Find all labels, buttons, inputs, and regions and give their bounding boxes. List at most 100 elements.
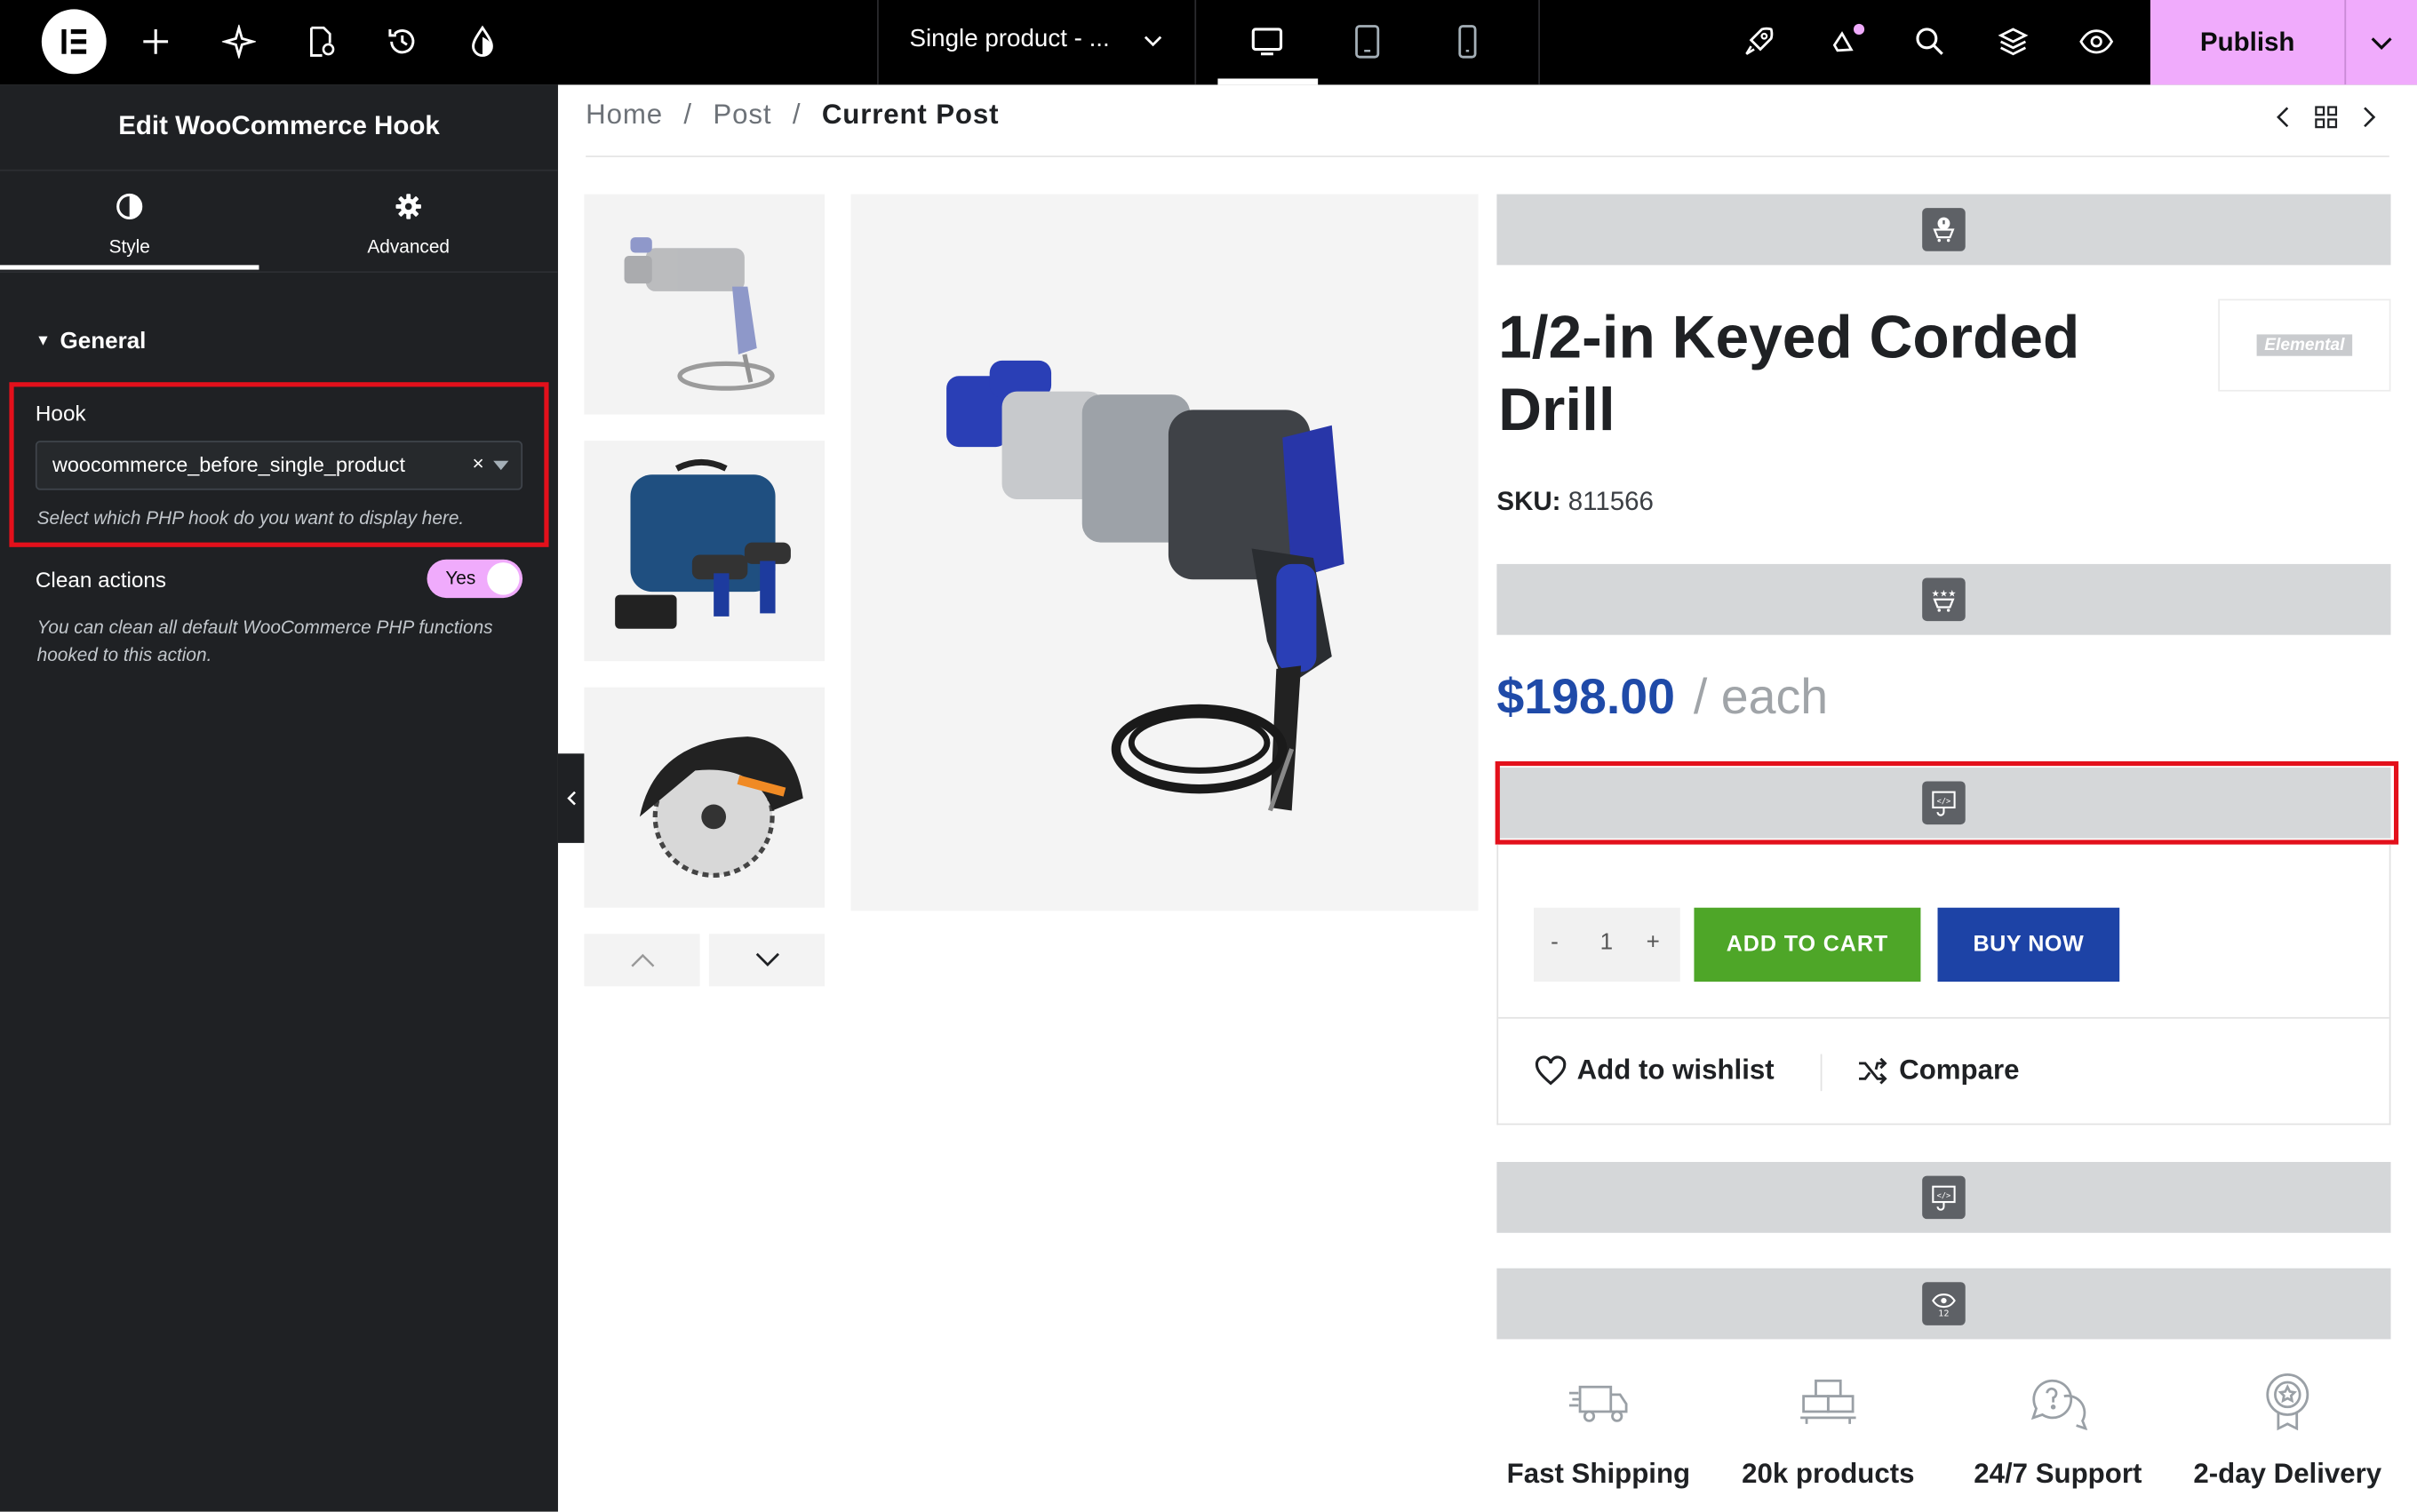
- publish-options-button[interactable]: [2344, 0, 2417, 85]
- contrast-icon: [116, 193, 143, 220]
- hook-select[interactable]: woocommerce_before_single_product ×: [35, 441, 523, 490]
- product-title: 1/2-in Keyed Corded Drill: [1498, 305, 2080, 444]
- clean-actions-label: Clean actions: [35, 567, 167, 593]
- history-icon[interactable]: [382, 21, 422, 61]
- page-settings-icon[interactable]: [300, 21, 340, 61]
- tab-style[interactable]: Style: [0, 171, 259, 273]
- hook-placeholder[interactable]: [1496, 194, 2391, 266]
- code-hook-icon: </>: [1922, 1175, 1966, 1220]
- hook-placeholder[interactable]: </>: [1496, 1161, 2391, 1233]
- active-tab-indicator: [0, 265, 259, 270]
- views-placeholder[interactable]: 12: [1496, 1268, 2391, 1340]
- tab-style-label: Style: [108, 235, 150, 258]
- quantity-plus[interactable]: +: [1647, 929, 1660, 955]
- clear-icon[interactable]: ×: [473, 451, 484, 474]
- drill-thumbnail[interactable]: [584, 194, 826, 415]
- publish-button[interactable]: Publish: [2150, 0, 2345, 85]
- chevron-left-icon: [566, 791, 576, 806]
- divider: [586, 155, 2389, 157]
- tablet-icon[interactable]: [1347, 21, 1387, 61]
- document-selector-label: Single product - ...: [909, 26, 1110, 52]
- add-to-cart-button[interactable]: ADD TO CART: [1694, 907, 1921, 983]
- mobile-icon[interactable]: [1448, 21, 1488, 61]
- announcements-icon[interactable]: [1827, 21, 1867, 61]
- search-icon[interactable]: [1910, 21, 1950, 61]
- sku-label: SKU:: [1496, 487, 1561, 517]
- divider: [1820, 1054, 1823, 1092]
- product-main-image[interactable]: [850, 194, 1479, 911]
- collapse-panel-button[interactable]: [557, 753, 585, 843]
- brand-logo[interactable]: Elemental: [2218, 298, 2391, 392]
- selected-widget-highlight: [1495, 760, 2399, 845]
- badge-icon: [2172, 1372, 2403, 1433]
- breadcrumb-separator: /: [683, 99, 692, 130]
- sku-value: 811566: [1567, 487, 1654, 517]
- gallery-next-button[interactable]: [708, 934, 826, 987]
- price-value: $198.00: [1496, 668, 1676, 725]
- wishlist-label: Add to wishlist: [1576, 1054, 1775, 1086]
- rocket-icon[interactable]: [1739, 21, 1779, 61]
- toggle-knob: [487, 562, 520, 595]
- chevron-down-icon[interactable]: [1133, 21, 1173, 61]
- gallery-prev-button[interactable]: [584, 934, 700, 987]
- document-selector[interactable]: Single product - ...: [909, 26, 1109, 53]
- feature-label: 24/7 Support: [1974, 1458, 2142, 1489]
- buy-now-button[interactable]: BUY NOW: [1937, 907, 2120, 983]
- tab-advanced[interactable]: Advanced: [279, 171, 538, 273]
- publish-label: Publish: [2199, 27, 2295, 57]
- breadcrumb-post[interactable]: Post: [713, 99, 771, 130]
- theme-drop-icon[interactable]: [462, 21, 502, 61]
- active-device-indicator: [1217, 78, 1319, 85]
- panel-tabs: Style Advanced: [0, 169, 558, 274]
- chevron-down-icon: [754, 952, 779, 967]
- elementor-logo-icon[interactable]: [41, 9, 107, 75]
- boxes-icon: [1712, 1372, 1943, 1433]
- product-sku: SKU: 811566: [1496, 487, 1654, 518]
- breadcrumb-home[interactable]: Home: [586, 99, 663, 130]
- feature-products: 20k products: [1712, 1372, 1943, 1491]
- gear-icon: [395, 193, 422, 220]
- cordless-drill-kit-thumbnail[interactable]: [584, 441, 826, 662]
- brand-logo-text: Elemental: [2256, 334, 2353, 356]
- breadcrumb-separator: /: [792, 99, 802, 130]
- plus-icon[interactable]: [136, 21, 176, 61]
- product-price: $198.00 / each: [1496, 669, 1828, 726]
- quantity-stepper[interactable]: - 1 +: [1534, 907, 1680, 983]
- add-to-wishlist-link[interactable]: Add to wishlist: [1534, 1054, 1775, 1086]
- feature-label: 20k products: [1742, 1458, 1915, 1489]
- rating-placeholder[interactable]: ★★★: [1496, 563, 2391, 635]
- divider: [1498, 1016, 2389, 1019]
- quantity-value[interactable]: 1: [1600, 929, 1613, 955]
- cart-alert-icon: [1922, 208, 1966, 251]
- breadcrumb-current: Current Post: [821, 99, 1000, 130]
- caret-down-icon: ▼: [35, 332, 52, 350]
- support-icon: [1942, 1372, 2174, 1433]
- clean-actions-toggle-text: Yes: [445, 567, 476, 589]
- prev-post-icon[interactable]: [2272, 105, 2293, 130]
- grid-icon[interactable]: [2314, 105, 2339, 130]
- next-post-icon[interactable]: [2358, 105, 2380, 130]
- cart-rating-icon: ★★★: [1922, 577, 1966, 622]
- section-general-toggle[interactable]: ▼ General: [36, 328, 147, 354]
- shuffle-icon: [1859, 1056, 1887, 1084]
- hook-select-value: woocommerce_before_single_product: [52, 453, 406, 477]
- desktop-icon[interactable]: [1247, 21, 1287, 61]
- feature-delivery: 2-day Delivery: [2172, 1372, 2403, 1491]
- svg-text:12: 12: [1938, 1309, 1949, 1317]
- eye-icon[interactable]: [2077, 21, 2117, 61]
- sparkle-icon[interactable]: [219, 21, 259, 61]
- feature-label: 2-day Delivery: [2193, 1458, 2382, 1489]
- quantity-minus[interactable]: -: [1551, 929, 1559, 955]
- compare-link[interactable]: Compare: [1856, 1054, 2020, 1086]
- circular-saw-thumbnail[interactable]: [584, 687, 826, 908]
- feature-label: Fast Shipping: [1506, 1458, 1691, 1489]
- clean-actions-toggle[interactable]: Yes: [427, 559, 523, 599]
- editor-panel: Edit WooCommerce Hook Style Advanced ▼ Ge…: [0, 84, 558, 1512]
- price-unit: / each: [1693, 668, 1829, 725]
- clean-actions-help-text: You can clean all default WooCommerce PH…: [36, 616, 493, 666]
- layers-icon[interactable]: [1993, 21, 2033, 61]
- panel-title: Edit WooCommerce Hook: [118, 110, 440, 140]
- heart-icon: [1535, 1054, 1567, 1085]
- add-to-cart-panel: - 1 + ADD TO CART BUY NOW Add to wishlis…: [1496, 844, 2391, 1126]
- chevron-down-icon: [2371, 36, 2392, 50]
